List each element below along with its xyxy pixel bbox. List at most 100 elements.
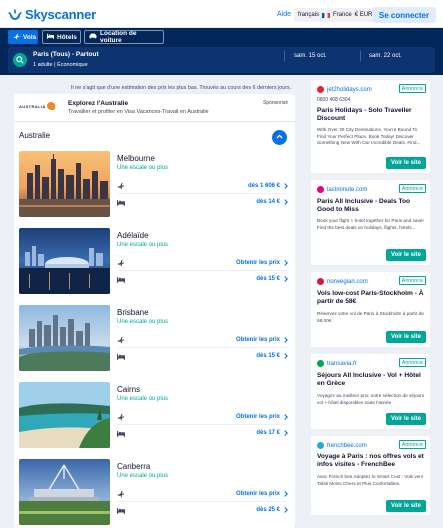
- hotel-price-row[interactable]: dès 15 €: [117, 351, 288, 361]
- visit-site-button[interactable]: Voir le site: [386, 331, 426, 343]
- ad-card-frenchbee[interactable]: frenchbee.com Annonce Voyage à Paris : n…: [311, 436, 430, 515]
- flight-price-row[interactable]: Obtenir les prix: [117, 489, 288, 499]
- divider: [117, 347, 287, 348]
- price-estimate-notice: Il ne s'agit que d'une estimation des pr…: [71, 85, 292, 91]
- hotel-price: dès 25 €: [256, 507, 280, 513]
- bed-icon: [117, 430, 127, 437]
- canberra-photo: [19, 459, 110, 525]
- destination-card-brisbane[interactable]: Brisbane Une escale ou plus Obtenir les …: [19, 305, 291, 373]
- help-link[interactable]: Aide: [277, 11, 291, 18]
- tab-car-hire[interactable]: Location de voiture: [84, 30, 164, 44]
- destination-card-cairns[interactable]: Cairns Une escale ou plus Obtenir les pr…: [19, 382, 291, 450]
- australia-logo-text: AUSTRALIA: [19, 103, 46, 109]
- destination-card-melbourne[interactable]: Melbourne Une escale ou plus dès 1 606 €…: [19, 151, 291, 219]
- return-date[interactable]: sam. 22 oct.: [369, 53, 402, 59]
- ad-title[interactable]: Paris Holidays - Solo Traveller Discount: [317, 107, 425, 123]
- ad-badge: Annonce: [398, 184, 426, 193]
- hotel-price-row[interactable]: dès 17 €: [117, 428, 288, 438]
- bed-icon: [117, 199, 127, 206]
- chevron-right-icon: [282, 430, 288, 436]
- ad-badge: Annonce: [398, 276, 426, 285]
- ad-title[interactable]: Séjours All Inclusive - Vol + Hôtel en G…: [317, 372, 425, 388]
- ad-brand-label: norwegian.com: [327, 278, 368, 285]
- ad-brand: norwegian.com: [317, 278, 368, 285]
- ad-phone[interactable]: 0800 408 6304: [317, 97, 350, 103]
- ad-card-lastminute[interactable]: lastminute.com Annonce Paris All Inclusi…: [311, 180, 430, 265]
- ad-title[interactable]: Voyage à Paris : nos offres vols et info…: [317, 453, 425, 469]
- stops-label: Une escale ou plus: [117, 396, 169, 402]
- brand-logo-icon: [317, 360, 324, 367]
- search-summary-box[interactable]: Paris (Tous) - Partout 1 adulte | Économ…: [8, 47, 435, 73]
- flight-price-row[interactable]: Obtenir les prix: [117, 258, 288, 268]
- divider: [117, 193, 287, 194]
- divider: [117, 424, 287, 425]
- ad-description: Voyagez au meilleur prix: notre sélectio…: [317, 393, 425, 405]
- visit-site-button[interactable]: Voir le site: [386, 413, 426, 425]
- tab-hotels[interactable]: Hôtels: [42, 30, 81, 44]
- sign-in-button[interactable]: Se connecter: [372, 7, 436, 23]
- city-name: Canberra: [117, 462, 151, 471]
- ad-card-transavia[interactable]: transavia.fr Annonce Séjours All Inclusi…: [311, 354, 430, 429]
- ad-brand: transavia.fr: [317, 360, 357, 367]
- promo-header[interactable]: AUSTRALIA Explorez l'Australie Travaille…: [14, 94, 295, 122]
- ad-description: With Over 30 City Destinations, You're B…: [317, 127, 421, 146]
- sponsored-destinations-card: AUSTRALIA Explorez l'Australie Travaille…: [14, 94, 295, 528]
- sponsored-label: Sponsorisé: [263, 100, 289, 106]
- region-title: Australie: [19, 131, 51, 140]
- ad-description: Book your flight + hotel together for Pa…: [317, 218, 424, 230]
- tab-car-hire-label: Location de voiture: [100, 30, 137, 44]
- destination-card-canberra[interactable]: Canberra Une escale ou plus Obtenir les …: [19, 459, 291, 527]
- tab-flights-label: Vols: [23, 33, 37, 41]
- flight-price-row[interactable]: dès 1 606 €: [117, 181, 288, 191]
- kangaroo-icon: [46, 102, 55, 110]
- bed-icon: [117, 353, 127, 360]
- ad-card-norwegian[interactable]: norwegian.com Annonce Vols low-cost Pari…: [311, 272, 430, 347]
- hotel-price-row[interactable]: dès 25 €: [117, 505, 288, 515]
- locale-selector[interactable]: français France € EUR: [294, 8, 377, 22]
- hotel-price-row[interactable]: dès 15 €: [117, 274, 288, 284]
- divider: [117, 270, 287, 271]
- depart-date[interactable]: sam. 15 oct.: [294, 53, 327, 59]
- flight-price: Obtenir les prix: [235, 337, 280, 343]
- hotel-price-row[interactable]: dès 14 €: [117, 197, 288, 207]
- hotel-price: dès 17 €: [256, 430, 280, 436]
- visit-site-button[interactable]: Voir le site: [386, 249, 426, 261]
- stops-label: Une escale ou plus: [117, 319, 169, 325]
- plane-icon: [13, 33, 20, 42]
- tab-flights[interactable]: Vols: [8, 30, 38, 44]
- top-navigation-bar: Skyscanner Aide français France € EUR Se…: [0, 0, 443, 28]
- chevron-right-icon: [282, 276, 288, 282]
- ad-brand-label: lastminute.com: [327, 186, 368, 193]
- stops-label: Une escale ou plus: [117, 473, 169, 479]
- chevron-right-icon: [282, 199, 288, 205]
- bed-icon: [117, 507, 127, 514]
- flight-price-row[interactable]: Obtenir les prix: [117, 335, 288, 345]
- hotel-price: dès 15 €: [256, 276, 280, 282]
- chevron-right-icon: [282, 353, 288, 359]
- melbourne-photo: [19, 151, 110, 217]
- brand-name: Skyscanner: [25, 7, 96, 22]
- currency-label: € EUR: [354, 12, 373, 18]
- chevron-up-icon: [276, 134, 283, 141]
- brisbane-photo: [19, 305, 110, 371]
- ad-title[interactable]: Vols low-cost Paris-Stockholm - À partir…: [317, 290, 425, 306]
- collapse-button[interactable]: [272, 130, 287, 145]
- ad-badge: Annonce: [398, 358, 426, 367]
- product-tabs: Vols Hôtels Location de voiture: [0, 28, 443, 45]
- chevron-right-icon: [282, 414, 288, 420]
- destination-card-adelaide[interactable]: Adélaïde Une escale ou plus Obtenir les …: [19, 228, 291, 296]
- adelaide-photo: [19, 228, 110, 294]
- visit-site-button[interactable]: Voir le site: [386, 500, 426, 512]
- ad-brand: frenchbee.com: [317, 442, 367, 449]
- chevron-right-icon: [282, 337, 288, 343]
- ad-card-jet2holidays[interactable]: jet2holidays.com Annonce 0800 408 6304 P…: [311, 80, 430, 173]
- divider: [284, 51, 285, 61]
- ad-description: Réservez votre vol de Paris à Stockholm …: [317, 311, 424, 323]
- skyscanner-logo[interactable]: Skyscanner: [8, 7, 96, 22]
- ad-title[interactable]: Paris All Inclusive - Deals Too Good to …: [317, 198, 425, 214]
- search-icon[interactable]: [13, 53, 27, 67]
- visit-site-button[interactable]: Voir le site: [386, 157, 426, 169]
- flight-price-row[interactable]: Obtenir les prix: [117, 412, 288, 422]
- stops-label: Une escale ou plus: [117, 242, 169, 248]
- country-label: France: [333, 12, 352, 18]
